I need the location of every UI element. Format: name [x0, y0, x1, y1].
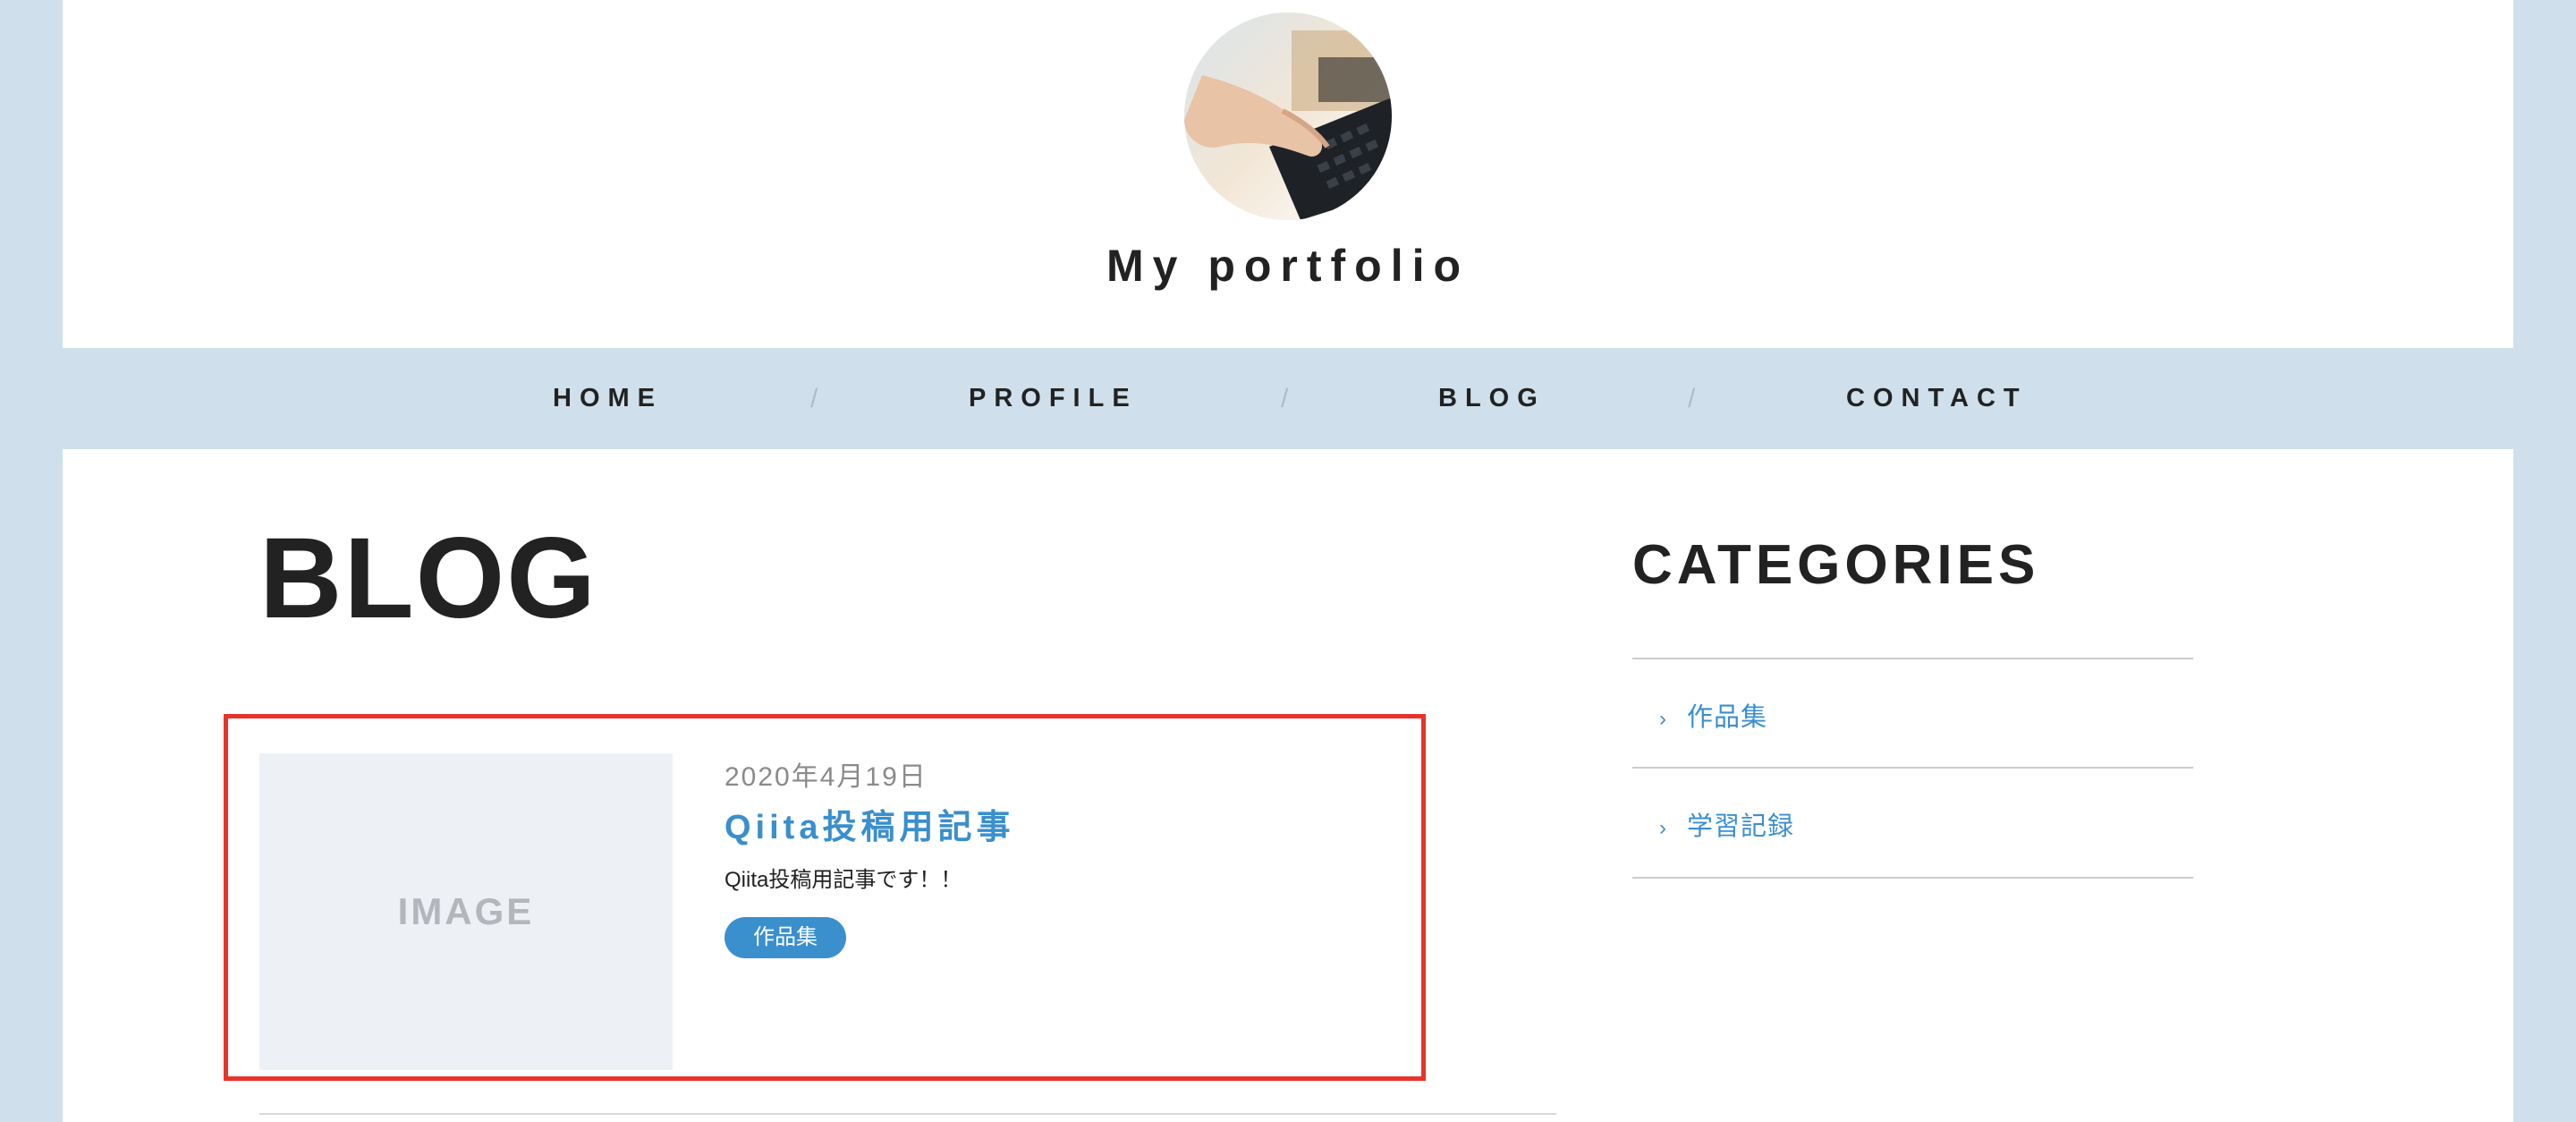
category-item-label: 学習記録 [1687, 812, 1795, 841]
chevron-right-icon: › [1659, 707, 1667, 731]
nav-separator: / [810, 384, 818, 413]
site-title[interactable]: My portfolio [63, 240, 2513, 292]
category-divider [1632, 658, 2193, 659]
nav-item-home[interactable]: HOME [553, 348, 663, 449]
post-category-tag[interactable]: 作品集 [724, 917, 846, 958]
keyboard-photo-image [1184, 13, 1392, 220]
nav-item-blog[interactable]: BLOG [1438, 348, 1546, 449]
post-thumbnail[interactable]: IMAGE [259, 753, 673, 1070]
post-excerpt: Qiita投稿用記事です！！ [724, 868, 962, 892]
main-nav: HOME / PROFILE / BLOG / CONTACT [63, 348, 2513, 449]
post-date: 2020年4月19日 [724, 762, 928, 792]
nav-item-contact[interactable]: CONTACT [1846, 348, 2028, 449]
nav-separator: / [1281, 384, 1289, 413]
site-header: My portfolio [63, 0, 2513, 348]
category-divider [1632, 877, 2193, 879]
category-item-study-log[interactable]: › 学習記録 [1659, 805, 1794, 843]
category-item-label: 作品集 [1687, 703, 1768, 732]
chevron-right-icon: › [1659, 816, 1667, 840]
category-item-portfolio[interactable]: › 作品集 [1659, 696, 1767, 734]
post-divider [259, 1113, 1556, 1115]
post-title-link[interactable]: Qiita投稿用記事 [724, 799, 1014, 848]
page-title: BLOG [259, 514, 597, 642]
categories-heading: CATEGORIES [1632, 534, 2040, 596]
nav-item-profile[interactable]: PROFILE [969, 348, 1138, 449]
category-divider [1632, 767, 2193, 769]
nav-separator: / [1688, 384, 1696, 413]
avatar[interactable] [1184, 13, 1392, 220]
